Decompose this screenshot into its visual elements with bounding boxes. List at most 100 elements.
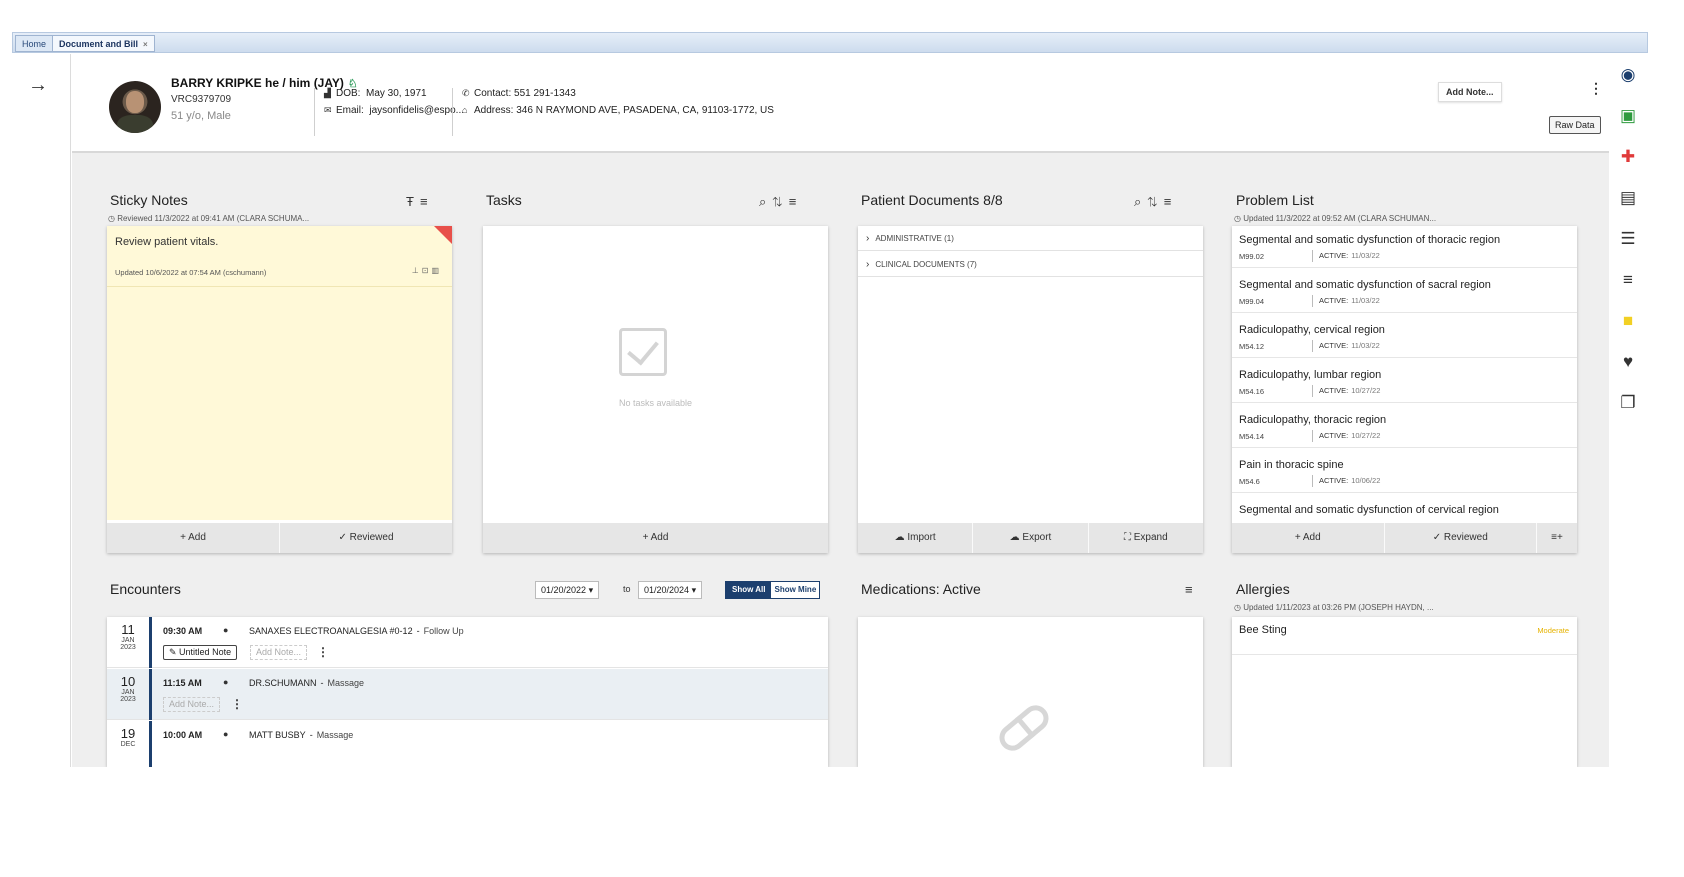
contact-value: 551 291-1343 bbox=[514, 88, 576, 99]
show-mine-button[interactable]: Show Mine bbox=[771, 582, 820, 598]
encounter-month: JAN bbox=[121, 637, 135, 644]
status-date: 10/27/22 bbox=[1351, 431, 1381, 440]
search-icon[interactable]: ⌕ bbox=[759, 194, 772, 209]
expand-button[interactable]: ⛶ Expand bbox=[1089, 523, 1203, 553]
more-options-icon[interactable]: ⋮ bbox=[1589, 81, 1603, 95]
add-encounter-note-button[interactable]: Add Note... bbox=[250, 645, 308, 660]
problem-code: M99.02 bbox=[1239, 252, 1265, 261]
reviewed-sticky-button[interactable]: ✓ Reviewed bbox=[280, 523, 452, 553]
status-label: ACTIVE: bbox=[1319, 386, 1349, 395]
problem-status: ACTIVE: 11/03/22 bbox=[1312, 340, 1380, 352]
email-value[interactable]: jaysonfidelis@espo... bbox=[369, 105, 464, 116]
allergy-name: Bee Sting bbox=[1239, 624, 1287, 636]
untitled-note-button[interactable]: ✎ Untitled Note bbox=[163, 645, 238, 660]
to-label: to bbox=[623, 584, 631, 594]
encounter-month: JAN bbox=[121, 689, 135, 696]
image-gallery-icon[interactable]: ▣ bbox=[1617, 105, 1639, 127]
encounter-row[interactable]: 10 JAN 2023 11:15 AM ● DR.SCHUMANN - Massage… bbox=[107, 669, 828, 720]
phone-icon: ✆ bbox=[462, 88, 470, 98]
encounter-day: 10 bbox=[120, 674, 136, 689]
sort-icon[interactable]: ⇅ bbox=[772, 194, 788, 209]
sticky-note[interactable]: Review patient vitals. Updated 10/6/2022… bbox=[107, 226, 452, 520]
problem-status: ACTIVE: 10/27/22 bbox=[1312, 385, 1380, 397]
pin-icon[interactable]: ⊥ bbox=[412, 266, 422, 275]
tab-document-and-bill[interactable]: Document and Bill × bbox=[52, 35, 155, 52]
dob-label: DOB: bbox=[336, 88, 361, 99]
add-note-button[interactable]: Add Note... bbox=[1438, 82, 1502, 102]
add-task-button[interactable]: + Add bbox=[483, 523, 828, 553]
blank-area bbox=[0, 767, 1684, 877]
chevron-right-icon: › bbox=[866, 259, 870, 270]
patient-documents-card: › ADMINISTRATIVE (1) › CLINICAL DOCUMENTS … bbox=[858, 226, 1203, 553]
clipboard-icon[interactable]: ▤ bbox=[1617, 187, 1639, 209]
playlist-add-icon[interactable]: ≡ bbox=[1617, 269, 1639, 291]
library-icon[interactable]: ❐ bbox=[1617, 392, 1639, 414]
add-problem-button[interactable]: + Add bbox=[1232, 523, 1385, 553]
problem-item[interactable]: Radiculopathy, cervical region M54.12 ACTI… bbox=[1232, 316, 1577, 358]
add-encounter-note-button[interactable]: Add Note... bbox=[163, 697, 221, 712]
font-size-icon[interactable]: Ŧ bbox=[406, 194, 420, 209]
problem-item[interactable]: Segmental and somatic dysfunction of sac… bbox=[1232, 271, 1577, 313]
avatar[interactable] bbox=[109, 81, 161, 133]
address-value: 346 N RAYMOND AVE, PASADENA, CA, 91103-1… bbox=[516, 105, 774, 116]
arrow-right-icon[interactable]: → bbox=[28, 74, 48, 97]
allergies-updated: ◷ Updated 1/11/2023 at 03:26 PM (JOSEPH … bbox=[1234, 603, 1434, 612]
tab-close-icon[interactable]: × bbox=[143, 40, 148, 49]
from-date-select[interactable]: 01/20/2022 ▾ bbox=[535, 581, 600, 599]
problem-item[interactable]: Pain in thoracic spine M54.6 ACTIVE: 10/06/… bbox=[1232, 451, 1577, 493]
medications-tools: ≡ bbox=[1185, 582, 1199, 597]
problem-item[interactable]: Radiculopathy, thoracic region M54.14 ACTI… bbox=[1232, 406, 1577, 448]
import-button[interactable]: ☁ Import bbox=[858, 523, 974, 553]
tab-home[interactable]: Home bbox=[15, 35, 54, 52]
show-all-button[interactable]: Show All bbox=[726, 582, 772, 598]
encounter-date: 11 JAN 2023 bbox=[107, 617, 152, 668]
person-circle-icon[interactable]: ◉ bbox=[1617, 64, 1639, 86]
heart-icon[interactable]: ♥ bbox=[1617, 351, 1639, 373]
encounter-row[interactable]: 11 JAN 2023 09:30 AM ● SANAXES ELECTROANAL… bbox=[107, 617, 828, 668]
filter-icon[interactable]: ≡ bbox=[1164, 194, 1178, 209]
sticky-reviewed-text: Reviewed 11/3/2022 at 09:41 AM (CLARA SC… bbox=[117, 214, 310, 223]
filter-icon[interactable]: ≡ bbox=[420, 194, 434, 209]
more-options-icon[interactable]: ⋮ bbox=[231, 698, 243, 710]
sticky-notes-card: Review patient vitals. Updated 10/6/2022… bbox=[107, 226, 452, 553]
more-options-icon[interactable]: ⋮ bbox=[317, 646, 329, 658]
sticky-note-icon[interactable]: ■ bbox=[1617, 310, 1639, 332]
allergy-severity: Moderate bbox=[1537, 626, 1569, 635]
problem-code: M54.12 bbox=[1239, 342, 1265, 351]
encounter-time: 11:15 AM bbox=[163, 678, 202, 688]
export-label: Export bbox=[1022, 532, 1052, 543]
new-ribbon bbox=[434, 226, 452, 244]
main-content: BARRY KRIPKE he / him (JAY) ♘ VRC9379709 … bbox=[72, 54, 1609, 767]
encounter-row[interactable]: 19 DEC 10:00 AM ● MATT BUSBY - Massage bbox=[107, 721, 828, 767]
allergy-item[interactable]: Bee Sting Moderate bbox=[1232, 617, 1577, 655]
problem-item[interactable]: Segmental and somatic dysfunction of tho… bbox=[1232, 226, 1577, 268]
search-icon[interactable]: ⌕ bbox=[1134, 194, 1147, 209]
problem-status: ACTIVE: 10/06/22 bbox=[1312, 475, 1380, 487]
encounter-month: DEC bbox=[120, 741, 136, 748]
trash-icon[interactable]: ▥ bbox=[431, 266, 442, 275]
chevron-right-icon: › bbox=[866, 233, 870, 244]
filter-icon[interactable]: ≡ bbox=[1185, 582, 1199, 597]
sticky-notes-footer: + Add ✓ Reviewed bbox=[107, 523, 452, 553]
add-sticky-note-button[interactable]: + Add bbox=[107, 523, 280, 553]
playlist-add-icon[interactable]: ≡+ bbox=[1537, 523, 1577, 553]
export-button[interactable]: ☁ Export bbox=[973, 523, 1089, 553]
raw-data-button[interactable]: Raw Data bbox=[1549, 116, 1601, 134]
folder-clinical-documents[interactable]: › CLINICAL DOCUMENTS (7) bbox=[858, 252, 1203, 277]
cake-icon: ▟ bbox=[324, 88, 331, 98]
encounter-day: 19 bbox=[120, 726, 136, 741]
filter-icon[interactable]: ≡ bbox=[789, 194, 803, 209]
folder-administrative[interactable]: › ADMINISTRATIVE (1) bbox=[858, 226, 1203, 251]
to-date-select[interactable]: 01/20/2024 ▾ bbox=[638, 581, 703, 599]
medical-cross-icon[interactable]: ✚ bbox=[1617, 146, 1639, 168]
problem-code: M54.16 bbox=[1239, 387, 1265, 396]
problem-item[interactable]: Radiculopathy, lumbar region M54.16 ACTIVE… bbox=[1232, 361, 1577, 403]
divider bbox=[107, 286, 452, 287]
lock-icon[interactable]: ⊡ bbox=[422, 266, 432, 275]
status-label: ACTIVE: bbox=[1319, 251, 1349, 260]
history-icon: ◷ bbox=[1234, 214, 1244, 223]
problem-title: Radiculopathy, thoracic region bbox=[1239, 414, 1387, 426]
list-icon[interactable]: ☰ bbox=[1617, 228, 1639, 250]
sort-icon[interactable]: ⇅ bbox=[1147, 194, 1163, 209]
reviewed-problem-button[interactable]: ✓ Reviewed bbox=[1385, 523, 1537, 553]
